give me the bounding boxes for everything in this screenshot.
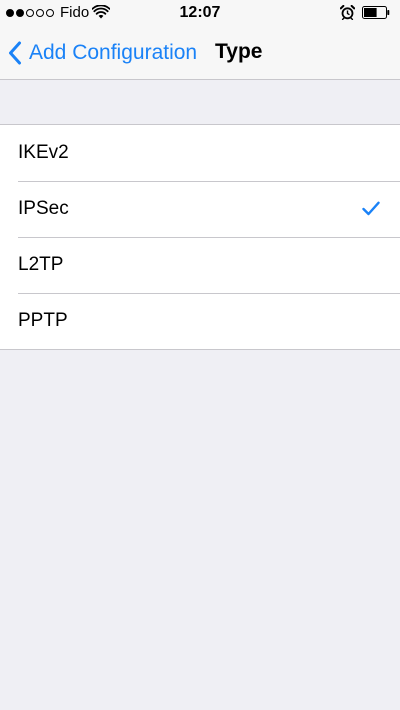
list-item-label: IKEv2 — [18, 142, 69, 163]
list-item-pptp[interactable]: PPTP — [0, 293, 400, 349]
page-title: Type — [215, 40, 263, 63]
status-bar: Fido 12:07 — [0, 0, 400, 26]
list-item-label: IPSec — [18, 198, 69, 219]
list-item-ipsec[interactable]: IPSec — [0, 181, 400, 237]
navigation-bar: Add Configuration Type — [0, 26, 400, 80]
alarm-clock-icon — [340, 5, 355, 20]
back-button[interactable]: Add Configuration — [8, 38, 197, 68]
battery-icon — [362, 6, 390, 19]
list-item-l2tp[interactable]: L2TP — [0, 237, 400, 293]
vpn-type-list: IKEv2 IPSec L2TP PPTP — [0, 124, 400, 350]
checkmark-icon — [362, 201, 380, 216]
chevron-left-icon — [9, 41, 21, 65]
list-item-label: L2TP — [18, 254, 64, 275]
list-item-ikev2[interactable]: IKEv2 — [0, 125, 400, 181]
back-button-label: Add Configuration — [29, 41, 198, 64]
list-item-label: PPTP — [18, 310, 68, 331]
